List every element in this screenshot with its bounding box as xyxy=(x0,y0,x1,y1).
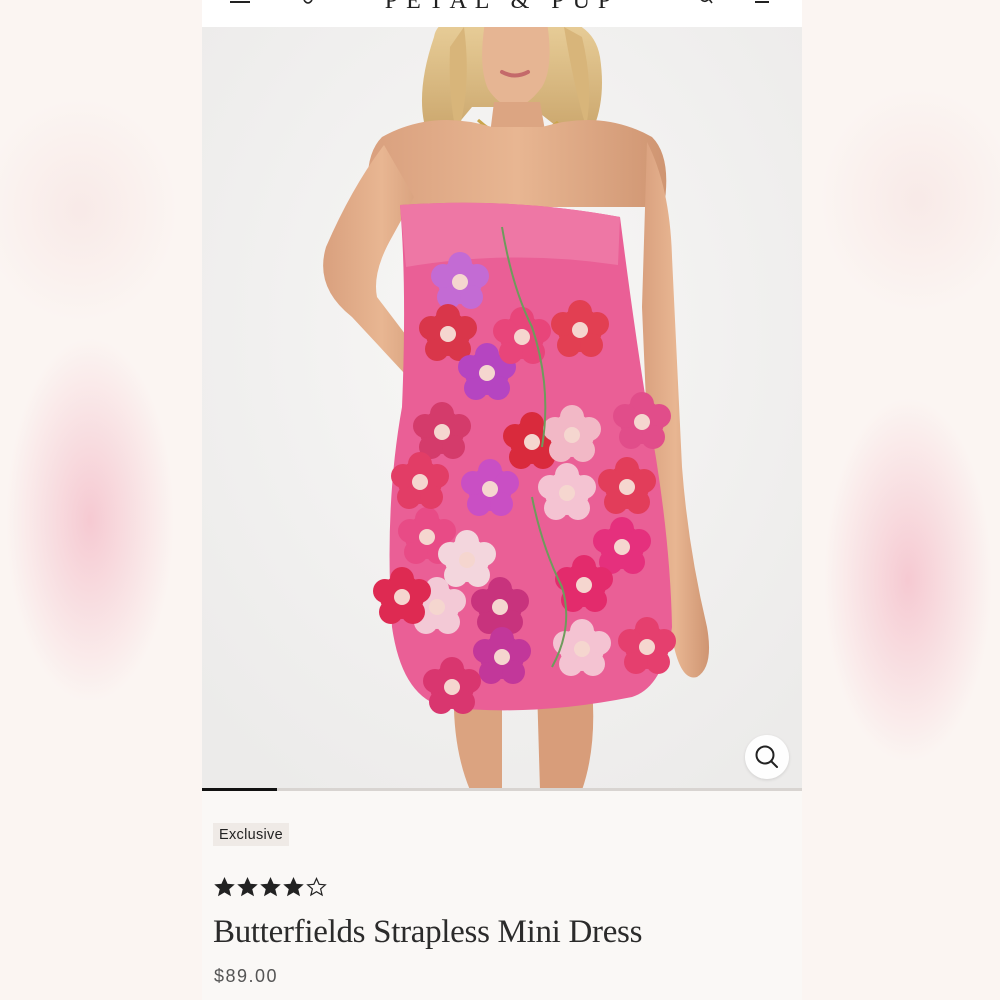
exclusive-badge: Exclusive xyxy=(213,823,289,846)
blurred-backdrop-right xyxy=(798,0,1000,1000)
product-price: $89.00 xyxy=(214,966,279,986)
star-empty-icon xyxy=(306,877,327,897)
rating-stars[interactable] xyxy=(214,877,327,897)
star-filled-icon xyxy=(237,877,258,897)
zoom-button[interactable] xyxy=(745,735,789,779)
star-filled-icon xyxy=(260,877,281,897)
zoom-search-icon xyxy=(755,745,778,768)
gallery-progress-fill xyxy=(202,788,277,791)
search-icon[interactable] xyxy=(696,0,716,6)
top-navigation-bar: PETAL & PUP xyxy=(202,0,802,28)
product-photo xyxy=(202,27,802,790)
bag-icon[interactable] xyxy=(752,0,772,6)
product-title: Butterfields Strapless Mini Dress xyxy=(213,914,643,950)
star-filled-icon xyxy=(283,877,304,897)
blurred-backdrop-left xyxy=(0,0,202,1000)
product-image[interactable] xyxy=(202,27,802,790)
gallery-progress-bar xyxy=(202,788,802,791)
star-filled-icon xyxy=(214,877,235,897)
product-page: PETAL & PUP Exclusive Butterfields Strap… xyxy=(202,0,802,1000)
